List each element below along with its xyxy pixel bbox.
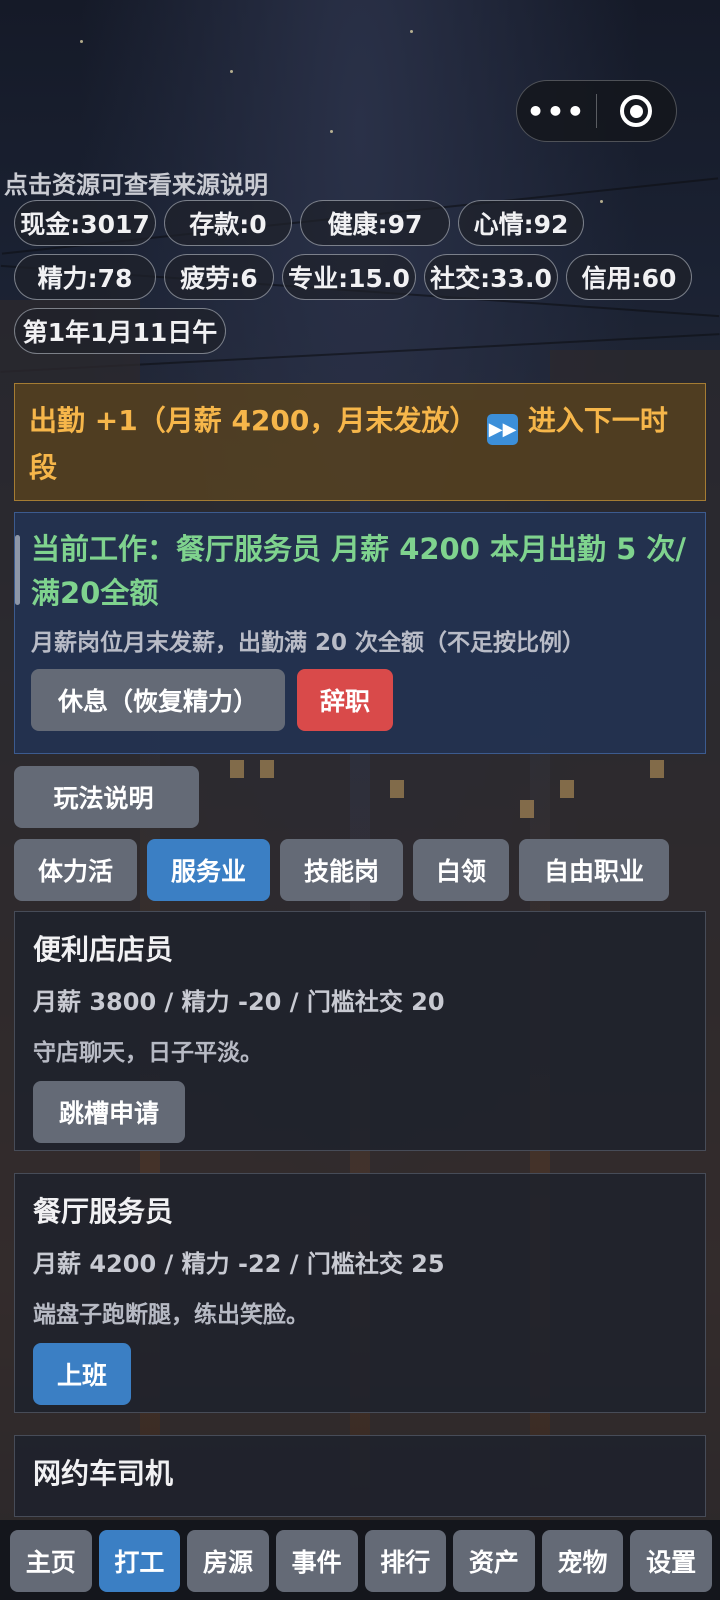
- quit-button[interactable]: 辞职: [297, 669, 393, 731]
- job-title: 餐厅服务员: [33, 1195, 174, 1228]
- job-title: 网约车司机: [33, 1457, 174, 1490]
- game-date[interactable]: 第1年1月11日午: [14, 308, 226, 354]
- job-desc: 守店聊天，日子平淡。: [33, 1040, 263, 1066]
- mini-program-capsule: •••: [516, 80, 677, 142]
- nav-pets[interactable]: 宠物: [541, 1530, 624, 1592]
- resource-health[interactable]: 健康:97: [300, 200, 450, 246]
- tab-freelance[interactable]: 自由职业: [519, 839, 669, 901]
- nav-ranking[interactable]: 排行: [364, 1530, 447, 1592]
- nav-housing[interactable]: 房源: [187, 1530, 269, 1592]
- tab-service[interactable]: 服务业: [147, 839, 270, 901]
- close-target-icon[interactable]: [597, 95, 676, 127]
- job-category-tabs: 体力活 服务业 技能岗 白领 自由职业: [14, 839, 669, 901]
- current-job-panel: 当前工作：餐厅服务员 月薪 4200 本月出勤 5 次/满20全额 月薪岗位月末…: [14, 512, 706, 754]
- resource-chips: 现金:3017 存款:0 健康:97 心情:92 精力:78 疲劳:6 专业:1…: [14, 200, 704, 362]
- nav-assets[interactable]: 资产: [453, 1530, 535, 1592]
- resource-credit[interactable]: 信用:60: [566, 254, 692, 300]
- resource-cash[interactable]: 现金:3017: [14, 200, 156, 246]
- job-card: 网约车司机: [14, 1435, 706, 1517]
- nav-events[interactable]: 事件: [275, 1530, 358, 1592]
- job-meta: 月薪 4200 / 精力 -22 / 门槛社交 25: [33, 1250, 445, 1278]
- scroll-indicator: [15, 535, 20, 605]
- notice-text: 出勤 +1（月薪 4200，月末发放）: [29, 404, 478, 437]
- resource-social[interactable]: 社交:33.0: [424, 254, 558, 300]
- job-desc: 端盘子跑断腿，练出笑脸。: [33, 1302, 309, 1328]
- event-notice: 出勤 +1（月薪 4200，月末发放） ▶▶ 进入下一时段: [14, 383, 706, 501]
- resource-fatigue[interactable]: 疲劳:6: [164, 254, 274, 300]
- work-button[interactable]: 上班: [33, 1343, 131, 1405]
- guide-label: 玩法说明: [53, 785, 154, 813]
- tab-skilled[interactable]: 技能岗: [280, 839, 403, 901]
- tab-white-collar[interactable]: 白领: [413, 839, 509, 901]
- guide-button[interactable]: 玩法说明: [14, 766, 199, 828]
- resource-energy[interactable]: 精力:78: [14, 254, 156, 300]
- more-icon[interactable]: •••: [517, 95, 596, 128]
- apply-button[interactable]: 跳槽申请: [33, 1081, 185, 1143]
- job-title: 便利店店员: [33, 933, 174, 966]
- job-meta: 月薪 3800 / 精力 -20 / 门槛社交 20: [33, 988, 445, 1016]
- nav-work[interactable]: 打工: [98, 1530, 181, 1592]
- fast-forward-icon[interactable]: ▶▶: [487, 414, 519, 445]
- current-job-title: 当前工作：餐厅服务员 月薪 4200 本月出勤 5 次/满20全额: [31, 532, 686, 610]
- tab-manual-labor[interactable]: 体力活: [14, 839, 137, 901]
- resource-savings[interactable]: 存款:0: [164, 200, 292, 246]
- nav-home[interactable]: 主页: [10, 1530, 92, 1592]
- current-job-desc: 月薪岗位月末发薪，出勤满 20 次全额（不足按比例）: [31, 630, 586, 656]
- bottom-navigation: 主页 打工 房源 事件 排行 资产 宠物 设置: [0, 1520, 720, 1600]
- job-card: 餐厅服务员 月薪 4200 / 精力 -22 / 门槛社交 25 端盘子跑断腿，…: [14, 1173, 706, 1413]
- rest-button[interactable]: 休息（恢复精力）: [31, 669, 285, 731]
- resource-hint: 点击资源可查看来源说明: [4, 171, 268, 199]
- resource-mood[interactable]: 心情:92: [458, 200, 584, 246]
- nav-settings[interactable]: 设置: [630, 1530, 712, 1592]
- resource-skill[interactable]: 专业:15.0: [282, 254, 416, 300]
- job-card: 便利店店员 月薪 3800 / 精力 -20 / 门槛社交 20 守店聊天，日子…: [14, 911, 706, 1151]
